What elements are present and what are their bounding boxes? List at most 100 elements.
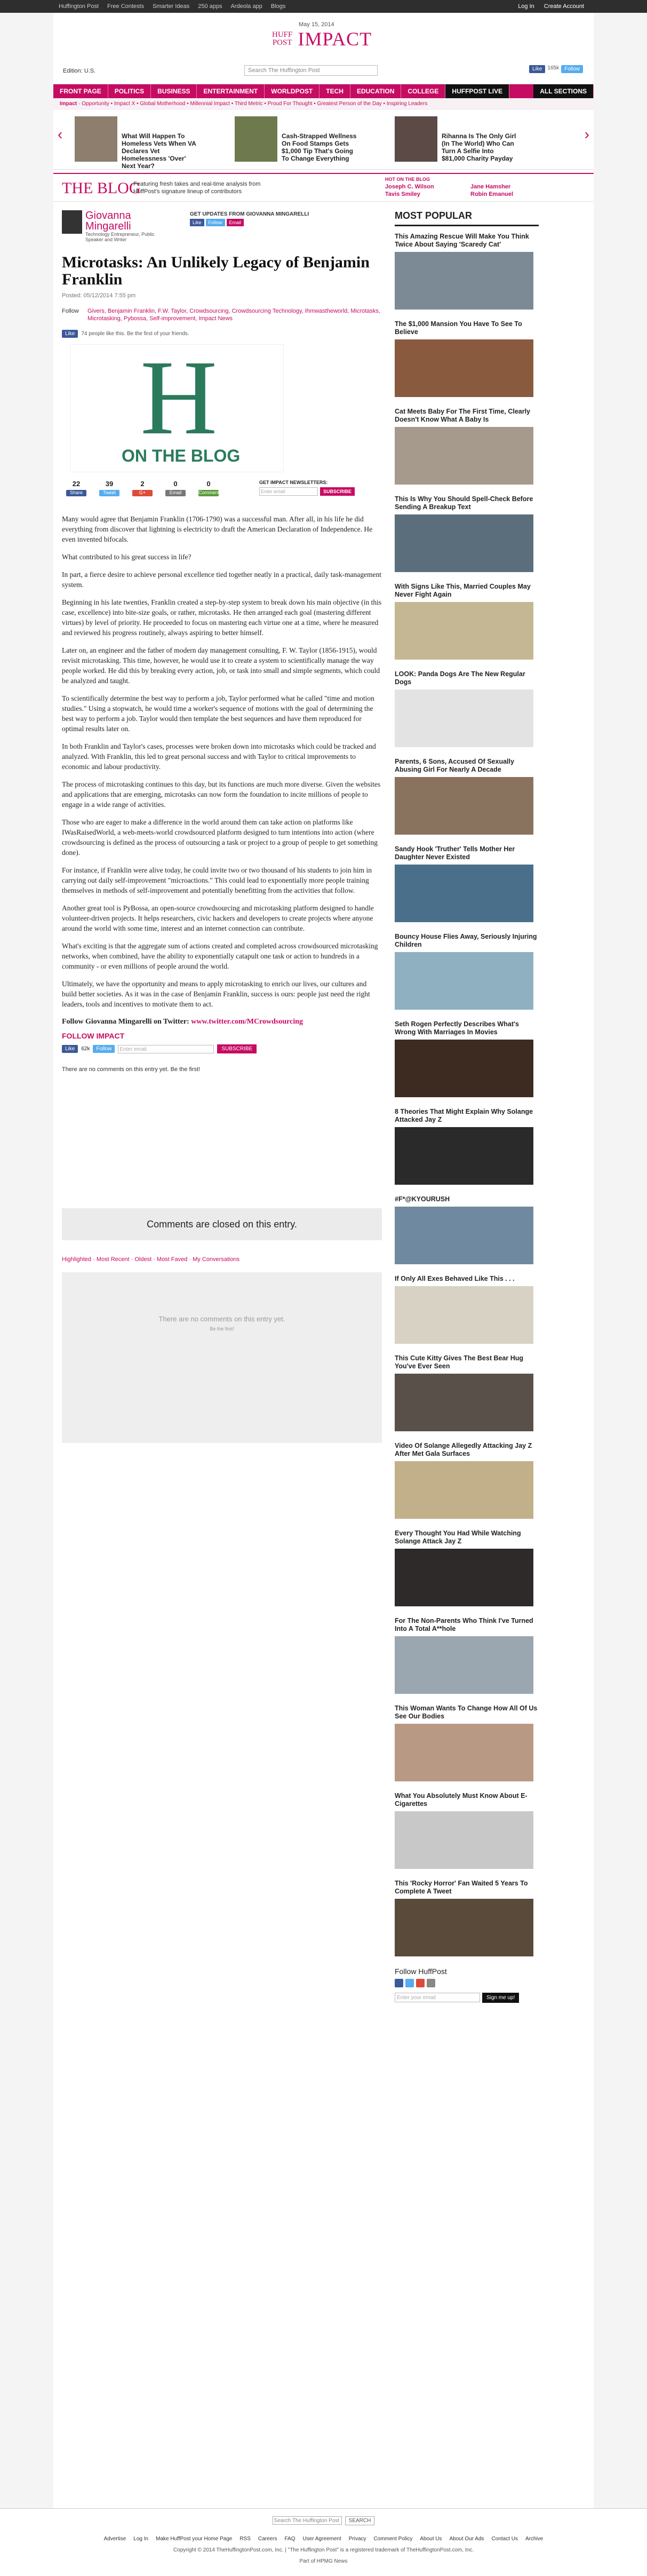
twitter-link[interactable]: www.twitter.com/MCrowdsourcing [191,1018,303,1026]
article-like-button[interactable]: Like [62,330,78,338]
share-button[interactable]: Email [165,490,186,496]
share-button[interactable]: Share [66,490,86,496]
hot-blogger-link[interactable]: Robin Emanuel [470,191,556,197]
popular-item[interactable]: The $1,000 Mansion You Have To See To Be… [395,320,539,397]
popular-item-image[interactable] [395,1127,533,1185]
popular-item-title[interactable]: The $1,000 Mansion You Have To See To Be… [395,320,539,336]
footer-search-input[interactable]: Search The Huffington Post [272,2516,342,2525]
popular-item[interactable]: Every Thought You Had While Watching Sol… [395,1529,539,1606]
popular-item-title[interactable]: Sandy Hook 'Truther' Tells Mother Her Da… [395,845,539,861]
popular-item-image[interactable] [395,865,533,922]
footer-link[interactable]: Make HuffPost your Home Page [156,2536,232,2542]
popular-item[interactable]: This Amazing Rescue Will Make You Think … [395,233,539,310]
nav-item-worldpost[interactable]: WORLDPOST [265,84,320,98]
popular-item-title[interactable]: Parents, 6 Sons, Accused Of Sexually Abu… [395,758,539,774]
next-arrow-icon[interactable]: › [585,126,589,143]
hot-blogger-link[interactable]: Jane Hamsher [470,184,556,190]
popular-item-title[interactable]: 8 Theories That Might Explain Why Solang… [395,1108,539,1124]
popular-item[interactable]: Bouncy House Flies Away, Seriously Injur… [395,933,539,1010]
popular-item-title[interactable]: Bouncy House Flies Away, Seriously Injur… [395,933,539,949]
popular-item[interactable]: Video Of Solange Allegedly Attacking Jay… [395,1442,539,1519]
popular-item[interactable]: This Is Why You Should Spell-Check Befor… [395,495,539,572]
popular-item-image[interactable] [395,1461,533,1519]
share-button[interactable]: G+ [132,490,153,496]
nav-item-front-page[interactable]: FRONT PAGE [53,84,108,98]
popular-item[interactable]: 8 Theories That Might Explain Why Solang… [395,1108,539,1185]
footer-search-button[interactable]: SEARCH [345,2516,375,2525]
popular-item-image[interactable] [395,1040,533,1097]
author-like-button[interactable]: Like [190,219,204,226]
popular-item[interactable]: This Woman Wants To Change How All Of Us… [395,1705,539,1781]
nav-item-huffpost-live[interactable]: HUFFPOST LIVE [445,84,510,98]
popular-item-title[interactable]: This Amazing Rescue Will Make You Think … [395,233,539,249]
hot-blogger-link[interactable]: Joseph C. Wilson [385,184,470,190]
popular-item-image[interactable] [395,1811,533,1869]
popular-item-title[interactable]: This Woman Wants To Change How All Of Us… [395,1705,539,1721]
footer-link[interactable]: About Us [420,2536,442,2542]
top-link[interactable]: Blogs [271,3,286,10]
facebook-icon[interactable] [395,1979,403,1987]
popular-item-image[interactable] [395,602,533,660]
popular-item[interactable]: This Cute Kitty Gives The Best Bear Hug … [395,1354,539,1431]
carousel-item[interactable]: Rihanna Is The Only Girl (In The World) … [395,116,517,162]
popular-item-title[interactable]: This 'Rocky Horror' Fan Waited 5 Years T… [395,1880,539,1896]
impact-email-input[interactable]: Enter email [118,1044,214,1053]
footer-link[interactable]: Contact Us [492,2536,518,2542]
popular-item[interactable]: #F*@KYOURUSH [395,1195,539,1264]
nav-item-college[interactable]: COLLEGE [401,84,446,98]
popular-item[interactable]: This 'Rocky Horror' Fan Waited 5 Years T… [395,1880,539,1956]
footer-link[interactable]: Log In [133,2536,148,2542]
top-link[interactable]: Huffington Post [59,3,99,10]
popular-item-image[interactable] [395,1724,533,1781]
footer-link[interactable]: Comment Policy [374,2536,413,2542]
popular-item-title[interactable]: This Cute Kitty Gives The Best Bear Hug … [395,1354,539,1370]
share-button[interactable]: Tweet [99,490,119,496]
popular-item-title[interactable]: With Signs Like This, Married Couples Ma… [395,583,539,599]
popular-item-title[interactable]: What You Absolutely Must Know About E-Ci… [395,1792,539,1808]
impact-like-button[interactable]: Like [62,1045,78,1053]
footer-link[interactable]: About Our Ads [450,2536,484,2542]
sidebar-email-input[interactable]: Enter your email [395,1993,480,2002]
popular-item[interactable]: Seth Rogen Perfectly Describes What's Wr… [395,1020,539,1097]
popular-item-title[interactable]: Video Of Solange Allegedly Attacking Jay… [395,1442,539,1458]
popular-item-title[interactable]: For The Non-Parents Who Think I've Turne… [395,1617,539,1633]
popular-item[interactable]: Parents, 6 Sons, Accused Of Sexually Abu… [395,758,539,835]
popular-item-image[interactable] [395,1549,533,1606]
popular-item[interactable]: Cat Meets Baby For The First Time, Clear… [395,408,539,485]
top-link[interactable]: Free Contests [107,3,144,10]
popular-item-image[interactable] [395,514,533,572]
author-follow-button[interactable]: Follow [205,219,225,226]
share-button[interactable]: Comment [198,490,219,496]
popular-item-title[interactable]: Every Thought You Had While Watching Sol… [395,1529,539,1545]
popular-item-image[interactable] [395,1636,533,1694]
popular-item-image[interactable] [395,1374,533,1431]
subscribe-button[interactable]: SUBSCRIBE [320,487,355,496]
impact-subscribe-button[interactable]: SUBSCRIBE [217,1044,257,1053]
footer-link[interactable]: Careers [258,2536,277,2542]
popular-item-title[interactable]: LOOK: Panda Dogs Are The New Regular Dog… [395,670,539,686]
google-plus-icon[interactable] [416,1979,425,1987]
nav-item-education[interactable]: EDUCATION [350,84,402,98]
footer-link[interactable]: Archive [525,2536,543,2542]
popular-item-image[interactable] [395,339,533,397]
search-input[interactable]: Search The Huffington Post [244,65,378,76]
tag-links[interactable]: Givers, Benjamin Franklin, F.W. Taylor, … [87,307,382,322]
nav-item-entertainment[interactable]: ENTERTAINMENT [197,84,265,98]
facebook-like-button[interactable]: Like [529,65,546,73]
twitter-icon[interactable] [405,1979,414,1987]
top-link[interactable]: Ardeola app [230,3,262,10]
carousel-item[interactable]: What Will Happen To Homeless Vets When V… [75,116,197,170]
footer-link[interactable]: Advertise [104,2536,126,2542]
popular-item-image[interactable] [395,689,533,747]
popular-item-title[interactable]: This Is Why You Should Spell-Check Befor… [395,495,539,511]
nav-item-politics[interactable]: POLITICS [108,84,151,98]
twitter-follow-button[interactable]: Follow [561,65,583,73]
popular-item-title[interactable]: Cat Meets Baby For The First Time, Clear… [395,408,539,424]
hot-blogger-link[interactable]: Tavis Smiley [385,191,470,197]
nav-item-all-sections[interactable]: ALL SECTIONS [533,84,594,98]
popular-item-image[interactable] [395,427,533,485]
footer-link[interactable]: RSS [239,2536,251,2542]
prev-arrow-icon[interactable]: ‹ [58,126,62,143]
create-account-link[interactable]: Create Account [544,3,584,10]
popular-item[interactable]: For The Non-Parents Who Think I've Turne… [395,1617,539,1694]
